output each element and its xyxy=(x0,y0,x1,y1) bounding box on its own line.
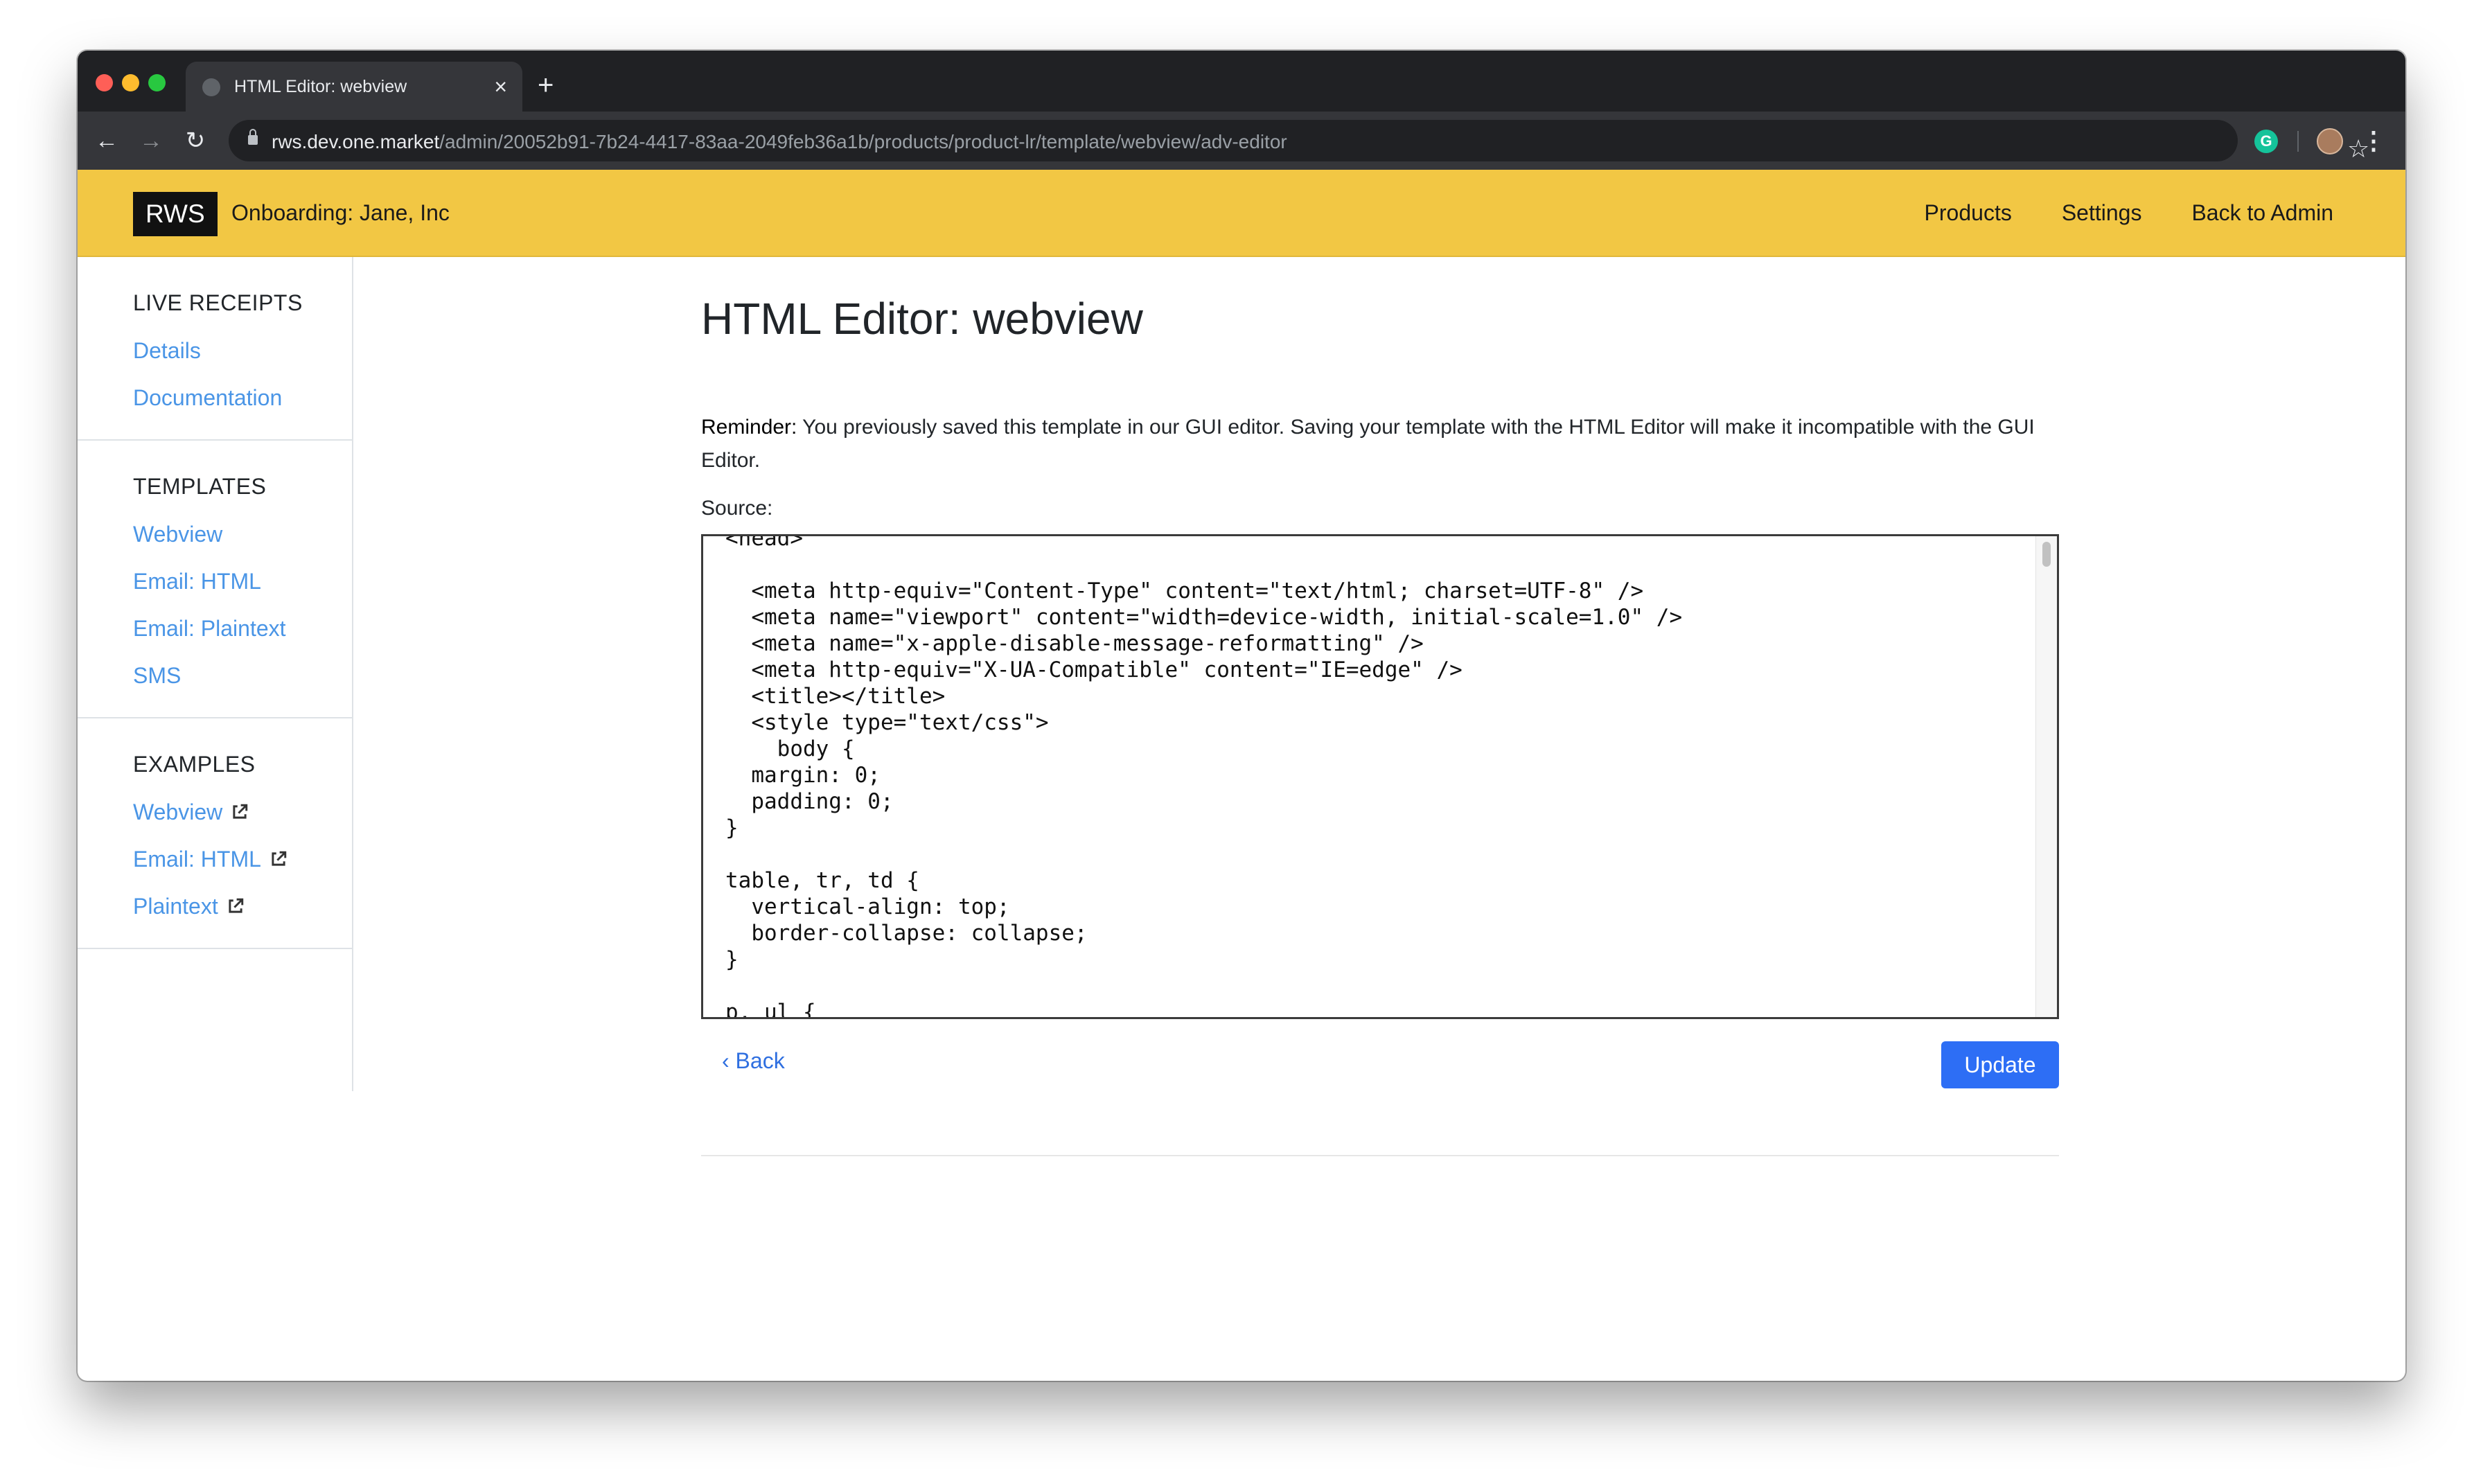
browser-toolbar: ← → ↻ rws.dev.one.market/admin/20052b91-… xyxy=(78,112,2405,170)
tab-strip: HTML Editor: webview × + xyxy=(78,51,2405,112)
sidebar-item-label: Details xyxy=(133,338,201,363)
sidebar-item-webview[interactable]: Webview xyxy=(133,522,352,547)
sidebar-item-example-email-html[interactable]: Email: HTML xyxy=(133,847,352,872)
reminder-body: You previously saved this template in ou… xyxy=(701,416,2035,472)
sidebar-section-templates: TEMPLATES Webview Email: HTML Email: Pla… xyxy=(78,441,352,718)
forward-arrow-icon[interactable]: → xyxy=(134,124,168,157)
sidebar-heading: LIVE RECEIPTS xyxy=(133,290,303,315)
sidebar-item-example-plaintext[interactable]: Plaintext xyxy=(133,894,352,919)
browser-window: HTML Editor: webview × + ← → ↻ rws.dev.o… xyxy=(78,51,2405,1381)
editor-scrollbar[interactable] xyxy=(2035,536,2057,1017)
sidebar-item-label: Webview xyxy=(133,522,223,547)
address-bar[interactable]: rws.dev.one.market/admin/20052b91-7b24-4… xyxy=(229,120,2369,163)
minimize-window-button[interactable] xyxy=(122,74,139,91)
globe-icon xyxy=(202,78,220,96)
reload-icon[interactable]: ↻ xyxy=(179,124,212,157)
url-path: /admin/20052b91-7b24-4417-83aa-2049feb36… xyxy=(439,131,1287,152)
top-nav: Products Settings Back to Admin xyxy=(1925,200,2333,226)
reminder-label: Reminder: xyxy=(701,416,797,439)
back-link[interactable]: ‹ Back xyxy=(722,1048,785,1074)
external-link-icon xyxy=(229,898,243,913)
external-link-icon xyxy=(233,804,248,819)
sidebar-item-email-html[interactable]: Email: HTML xyxy=(133,569,352,594)
back-arrow-icon[interactable]: ← xyxy=(90,124,123,157)
sidebar-item-email-plaintext[interactable]: Email: Plaintext xyxy=(133,616,352,641)
sidebar-item-details[interactable]: Details xyxy=(133,338,352,363)
sidebar-item-label: Documentation xyxy=(133,385,283,410)
brand-logo[interactable]: RWS xyxy=(133,192,218,236)
onboarding-label: Onboarding: Jane, Inc xyxy=(231,200,450,225)
browser-tab[interactable]: HTML Editor: webview × xyxy=(186,62,522,112)
zoom-window-button[interactable] xyxy=(148,74,166,91)
sidebar-section-examples: EXAMPLES Webview Email: HTML Plaintext xyxy=(78,718,352,949)
sidebar-item-label: Email: HTML xyxy=(133,847,261,872)
sidebar-item-label: Email: HTML xyxy=(133,569,261,594)
sidebar: LIVE RECEIPTS Details Documentation TEMP… xyxy=(78,257,353,1091)
tab-title: HTML Editor: webview xyxy=(234,77,407,96)
new-tab-button[interactable]: + xyxy=(538,71,554,99)
browser-menu-icon[interactable]: ⋮ xyxy=(2361,125,2386,156)
nav-settings[interactable]: Settings xyxy=(2062,200,2142,226)
sidebar-item-label: Email: Plaintext xyxy=(133,616,286,641)
source-code-editor[interactable]: <head> <meta http-equiv="Content-Type" c… xyxy=(701,534,2059,1019)
content-divider xyxy=(701,1155,2059,1156)
sidebar-item-label: Webview xyxy=(133,800,223,824)
page-title: HTML Editor: webview xyxy=(701,294,1143,344)
sidebar-item-sms[interactable]: SMS xyxy=(133,663,352,688)
grammarly-extension-icon[interactable]: G xyxy=(2254,130,2278,153)
toolbar-separator xyxy=(2297,131,2299,152)
site-header: RWS Onboarding: Jane, Inc Products Setti… xyxy=(78,170,2405,257)
external-link-icon xyxy=(272,851,287,866)
scrollbar-thumb[interactable] xyxy=(2042,542,2051,567)
url-host: rws.dev.one.market xyxy=(272,131,440,152)
lock-icon[interactable] xyxy=(248,129,258,145)
close-tab-icon[interactable]: × xyxy=(494,73,507,100)
sidebar-item-documentation[interactable]: Documentation xyxy=(133,385,352,410)
nav-back-to-admin[interactable]: Back to Admin xyxy=(2191,200,2333,226)
url-text[interactable]: rws.dev.one.market/admin/20052b91-7b24-4… xyxy=(272,131,1287,153)
sidebar-heading: EXAMPLES xyxy=(133,752,256,777)
reminder-text: Reminder: You previously saved this temp… xyxy=(701,411,2059,477)
sidebar-item-label: Plaintext xyxy=(133,894,218,919)
update-button[interactable]: Update xyxy=(1941,1041,2059,1088)
sidebar-item-label: SMS xyxy=(133,663,182,688)
close-window-button[interactable] xyxy=(96,74,113,91)
sidebar-heading: TEMPLATES xyxy=(133,474,267,499)
nav-products[interactable]: Products xyxy=(1925,200,2012,226)
sidebar-section-live-receipts: LIVE RECEIPTS Details Documentation xyxy=(78,257,352,441)
sidebar-item-example-webview[interactable]: Webview xyxy=(133,800,352,824)
source-code[interactable]: <head> <meta http-equiv="Content-Type" c… xyxy=(725,536,1682,1017)
source-label: Source: xyxy=(701,497,773,520)
profile-avatar[interactable] xyxy=(2317,128,2343,154)
